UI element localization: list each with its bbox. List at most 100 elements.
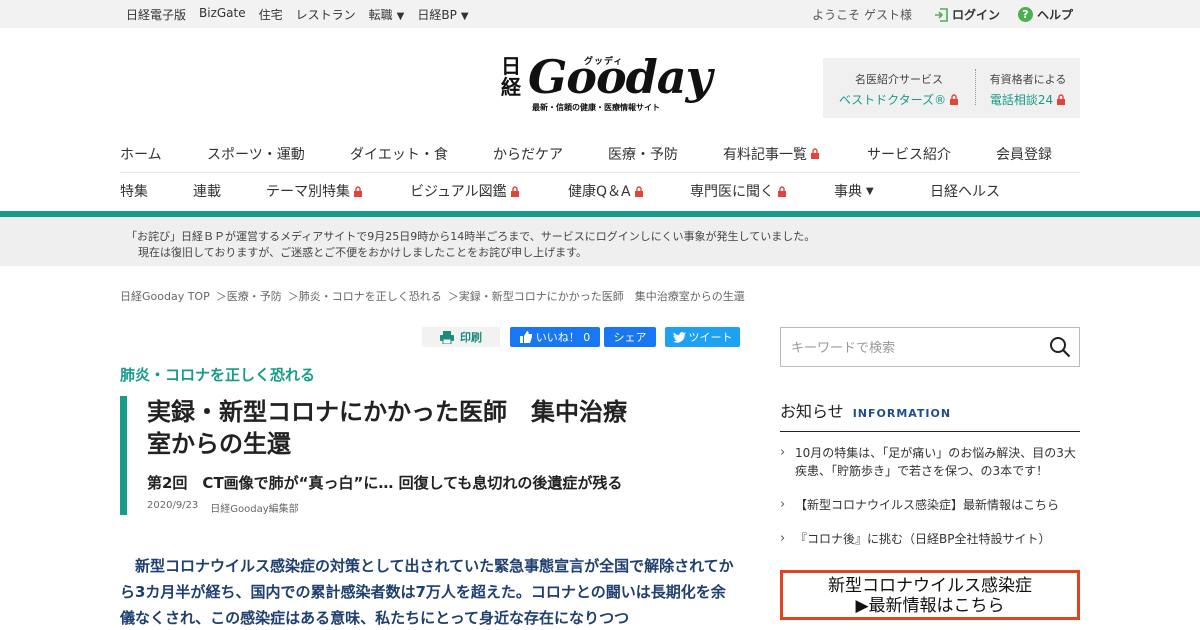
lock-icon	[510, 185, 519, 197]
information-heading: お知らせ INFORMATION	[780, 398, 1080, 432]
logo-wordmark: Gooday	[528, 50, 712, 104]
phone-consult-link: 電話相談24	[989, 93, 1054, 107]
banner-line-1: 新型コロナウイルス感染症	[828, 576, 1032, 596]
service-box: 名医紹介サービス ベストドクターズ® 有資格者による 電話相談24	[823, 58, 1080, 118]
article-header: 実録・新型コロナにかかった医師 集中治療 室からの生還 第2回 CT画像で肺が“真…	[120, 396, 740, 515]
account-area: ようこそ ゲスト様 ログイン ? ヘルプ	[812, 6, 1073, 23]
lock-icon	[778, 185, 786, 197]
dropdown-nikkeibp-label: 日経BP	[417, 8, 457, 22]
nav-services[interactable]: サービス紹介	[867, 144, 996, 164]
welcome-text: ようこそ ゲスト様	[812, 8, 912, 22]
nav-home[interactable]: ホーム	[120, 144, 207, 164]
nav-register[interactable]: 会員登録	[996, 144, 1052, 164]
facebook-like-label: いいね！ 0	[535, 331, 591, 344]
nav-paid-articles[interactable]: 有料記事一覧	[723, 144, 867, 164]
nav-nikkei-health[interactable]: 日経ヘルス	[930, 181, 1000, 201]
secondary-nav: 特集 連載 テーマ別特集 ビジュアル図鑑 健康Q＆A 専門医に聞く 事典 ▼ 日経…	[120, 172, 1080, 210]
series-name[interactable]: 肺炎・コロナを正しく恐れる	[120, 364, 315, 385]
help-link[interactable]: ヘルプ	[1037, 6, 1073, 23]
nav-medical[interactable]: 医療・予防	[608, 144, 723, 164]
lock-icon	[811, 148, 819, 159]
nav-diet[interactable]: ダイエット・食	[350, 144, 493, 164]
twitter-bird-icon	[672, 331, 686, 343]
site-logo[interactable]: 日経 グッディ Gooday 最新・信頼の健康・医療情報サイト	[498, 50, 712, 114]
lock-icon	[354, 185, 362, 197]
nav-health-qa-label: 健康Q＆A	[568, 184, 631, 200]
network-links: 日経電子版 BizGate 住宅 レストラン 転職 ▼ 日経BP ▼	[126, 6, 469, 23]
link-restaurant[interactable]: レストラン	[296, 6, 356, 23]
link-nikkei-digital[interactable]: 日経電子版	[126, 6, 186, 23]
dropdown-career[interactable]: 転職 ▼	[369, 6, 405, 23]
lock-icon	[950, 94, 959, 105]
login-link[interactable]: ログイン	[952, 6, 1000, 23]
nav-theme-features[interactable]: テーマ別特集	[266, 181, 410, 201]
notice-line-2: 現在は復旧しておりますが、ご迷惑とご不便をおかけしましたことをお詫び申し上げます…	[138, 246, 588, 259]
info-heading-en: INFORMATION	[852, 407, 952, 420]
search-box	[780, 327, 1080, 367]
chevron-down-icon: ▼	[396, 11, 405, 22]
best-doctors-link: ベストドクターズ®	[838, 93, 947, 107]
link-housing[interactable]: 住宅	[259, 6, 283, 23]
printer-icon	[440, 330, 454, 344]
service-caption: 有資格者による	[989, 73, 1067, 86]
best-doctors-service[interactable]: 名医紹介サービス ベストドクターズ®	[823, 71, 975, 108]
article-lead: 新型コロナウイルス感染症の対策として出されていた緊急事態宣言が全国で解除されてか…	[120, 557, 734, 627]
nav-series[interactable]: 連載	[193, 181, 266, 201]
nav-body-care[interactable]: からだケア	[493, 144, 608, 164]
notice-line-1: 「お詫び」日経ＢＰが運営するメディアサイトで9月25日9時から14時半ごろまで、…	[126, 230, 816, 243]
nav-ask-specialist[interactable]: 専門医に聞く	[690, 181, 834, 201]
news-item[interactable]: 【新型コロナウイルス感染症】最新情報はこちら	[780, 496, 1080, 514]
nav-ask-specialist-label: 専門医に聞く	[690, 184, 774, 200]
top-utility-bar: 日経電子版 BizGate 住宅 レストラン 転職 ▼ 日経BP ▼ ようこそ ゲス…	[0, 0, 1200, 28]
article-date: 2020/9/23	[147, 500, 199, 511]
phone-consult-service[interactable]: 有資格者による 電話相談24	[975, 69, 1080, 107]
dropdown-nikkeibp[interactable]: 日経BP ▼	[417, 6, 468, 23]
help-icon: ?	[1017, 7, 1033, 22]
thumbs-up-icon	[519, 331, 532, 343]
article-title: 実録・新型コロナにかかった医師 集中治療 室からの生還	[147, 398, 627, 458]
print-label: 印刷	[460, 331, 482, 344]
breadcrumb: 日経Gooday TOP ＞医療・予防 ＞肺炎・コロナを正しく恐れる ＞実録・新…	[120, 288, 745, 304]
news-item[interactable]: 10月の特集は、「足が痛い」のお悩み解決、目の3大疾患、「貯筋歩き」で若さを保つ…	[780, 444, 1080, 480]
chevron-down-icon: ▼	[460, 11, 469, 22]
dropdown-career-label: 転職	[368, 8, 393, 22]
primary-nav: ホーム スポーツ・運動 ダイエット・食 からだケア 医療・予防 有料記事一覧 サ…	[120, 135, 1080, 173]
nav-visual-guide-label: ビジュアル図鑑	[410, 184, 507, 200]
nav-sports[interactable]: スポーツ・運動	[207, 144, 350, 164]
search-input[interactable]	[781, 328, 1031, 366]
article-subtitle: 第2回 CT画像で肺が“真っ白”に… 回復しても息切れの後遺症が残る	[147, 474, 623, 492]
lock-icon	[1057, 94, 1066, 105]
chevron-down-icon: ▼	[866, 185, 874, 197]
breadcrumb-series[interactable]: ＞肺炎・コロナを正しく恐れる	[288, 288, 442, 304]
breadcrumb-home[interactable]: 日経Gooday TOP	[120, 288, 210, 304]
link-bizgate[interactable]: BizGate	[199, 6, 246, 23]
breadcrumb-medical[interactable]: ＞医療・予防	[216, 288, 282, 304]
tweet-label: ツイート	[688, 331, 733, 344]
tweet-button[interactable]: ツイート	[665, 327, 740, 347]
search-icon[interactable]	[1049, 336, 1071, 358]
lock-icon	[634, 185, 643, 197]
article-author: 日経Gooday編集部	[210, 504, 299, 515]
apology-notice: 「お詫び」日経ＢＰが運営するメディアサイトで9月25日9時から14時半ごろまで、…	[0, 217, 1200, 266]
nav-encyclopedia[interactable]: 事典 ▼	[834, 181, 930, 201]
print-button[interactable]: 印刷	[422, 327, 500, 347]
banner-line-2: ▶最新情報はこちら	[855, 596, 1005, 616]
logo-tagline: 最新・信頼の健康・医療情報サイト	[532, 103, 660, 112]
info-heading-jp: お知らせ	[780, 402, 844, 421]
news-item[interactable]: 『コロナ後』に挑む（日経BP全社特設サイト）	[780, 530, 1080, 548]
facebook-share-button[interactable]: シェア	[604, 327, 656, 347]
covid-info-banner[interactable]: 新型コロナウイルス感染症 ▶最新情報はこちら	[780, 570, 1080, 620]
facebook-share-label: シェア	[613, 331, 647, 344]
nav-visual-guide[interactable]: ビジュアル図鑑	[410, 181, 568, 201]
nav-theme-features-label: テーマ別特集	[266, 184, 350, 200]
nav-paid-articles-label: 有料記事一覧	[723, 146, 807, 163]
nav-health-qa[interactable]: 健康Q＆A	[568, 181, 690, 201]
login-icon	[934, 7, 948, 22]
article-meta: 2020/9/23 日経Gooday編集部	[147, 500, 740, 515]
logo-nikkei: 日経	[501, 54, 521, 99]
breadcrumb-current: ＞実録・新型コロナにかかった医師 集中治療室からの生還	[447, 290, 745, 303]
nav-features[interactable]: 特集	[120, 181, 193, 201]
service-caption: 名医紹介サービス	[855, 73, 943, 86]
nav-encyclopedia-label: 事典	[834, 184, 862, 200]
facebook-like-button[interactable]: いいね！ 0	[510, 327, 600, 347]
